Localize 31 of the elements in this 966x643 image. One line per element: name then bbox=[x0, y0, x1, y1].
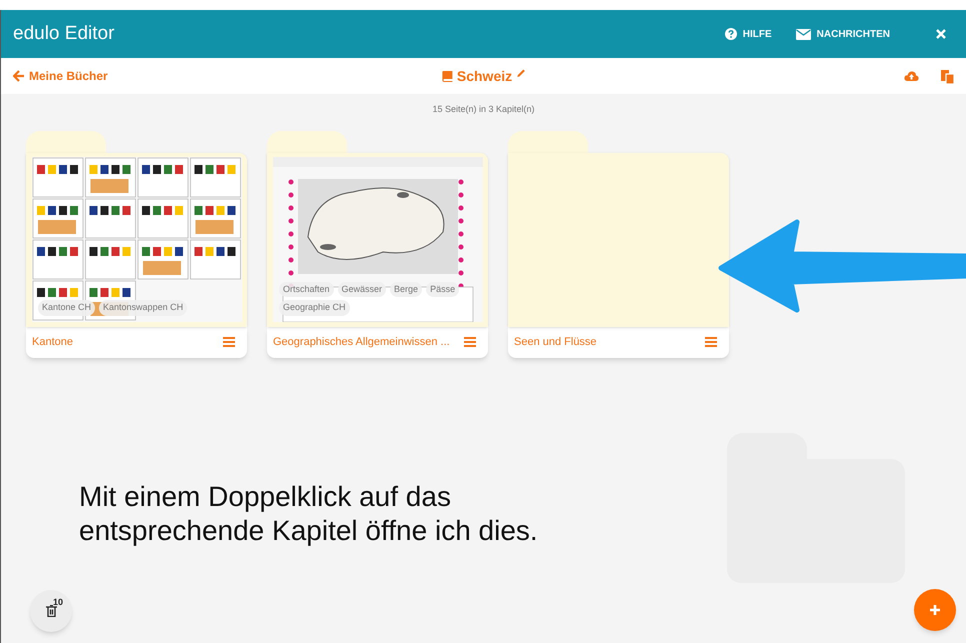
help-button[interactable]: HILFE bbox=[724, 26, 772, 42]
folder-body[interactable]: Ortschaften Gewässer Berge Pässe Geographie CH bbox=[267, 152, 488, 326]
book-title: Schweiz bbox=[456, 66, 512, 86]
pencil-icon[interactable] bbox=[516, 68, 526, 78]
cloud-upload-icon[interactable] bbox=[904, 70, 919, 82]
mail-icon bbox=[796, 28, 811, 40]
tag-chip: Kantonswappen CH bbox=[99, 300, 188, 316]
menu-icon[interactable] bbox=[223, 337, 235, 347]
folder-body[interactable]: Kantone CH Kantonswappen CH bbox=[26, 152, 247, 326]
chapter-title: Seen und Flüsse bbox=[514, 334, 597, 350]
trash-count: 10 bbox=[53, 596, 64, 609]
close-icon[interactable] bbox=[936, 29, 946, 39]
trash-icon bbox=[46, 605, 56, 617]
arrow-left-icon bbox=[13, 70, 25, 82]
menu-icon[interactable] bbox=[464, 337, 476, 347]
book-icon bbox=[440, 70, 453, 82]
help-icon bbox=[724, 28, 737, 40]
back-link[interactable]: Meine Bücher bbox=[13, 67, 108, 85]
app-title: edulo Editor bbox=[13, 22, 114, 46]
messages-button[interactable]: NACHRICHTEN bbox=[796, 26, 890, 42]
plus-icon bbox=[929, 604, 941, 616]
add-button[interactable] bbox=[914, 589, 956, 631]
menu-icon[interactable] bbox=[705, 337, 717, 347]
tag-chip: Kantone CH bbox=[38, 300, 96, 316]
page-count: 15 Seite(n) in 3 Kapitel(n) bbox=[432, 103, 535, 116]
caption-text: Mit einem Doppelklick auf das entsprechende Kapitel öffne ich dies. bbox=[79, 480, 539, 548]
chapter-title: Geographisches Allgemeinwissen ... bbox=[273, 334, 450, 350]
trash-button[interactable]: 10 bbox=[30, 590, 72, 632]
paste-icon[interactable] bbox=[941, 68, 954, 84]
chapter-title: Kantone bbox=[32, 334, 73, 350]
tag-chip: Geographie CH bbox=[279, 300, 350, 316]
